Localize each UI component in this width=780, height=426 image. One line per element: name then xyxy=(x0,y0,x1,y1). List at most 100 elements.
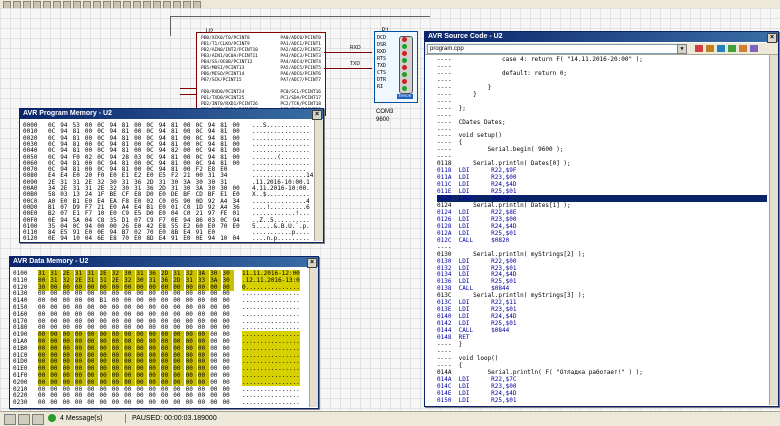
program-memory-byte[interactable]: 04 xyxy=(85,235,96,242)
status-state: PAUSED: 00:00:03.189000 xyxy=(125,414,217,423)
program-memory-byte[interactable]: 94 xyxy=(60,235,71,242)
program-memory-byte[interactable]: E0 xyxy=(183,235,194,242)
program-memory-byte[interactable]: E8 xyxy=(110,235,121,242)
data-memory-scrollbar[interactable] xyxy=(309,268,318,407)
data-memory-title: AVR Data Memory - U2 xyxy=(13,258,89,265)
program-memory-byte[interactable]: 94 xyxy=(208,235,219,242)
terminal-led-icon xyxy=(402,58,407,63)
wire-left-2 xyxy=(180,94,196,95)
terminal-pin: DCD xyxy=(377,35,387,41)
terminal-led-icon xyxy=(402,65,407,70)
microcontroller-chip[interactable]: PB0/XCK0/T0/PCINT8 PB1/T1/CLKO/PCINT9 PB2/… xyxy=(196,32,326,116)
source-code-view[interactable]: ---- case 4: return F( "14.11.2016-20:00… xyxy=(425,55,769,405)
program-memory-byte[interactable]: E4 xyxy=(159,235,170,242)
chip-pin-right: PA3/ADC3/PCINT3 xyxy=(280,54,321,59)
data-memory-byte[interactable]: 00 xyxy=(161,399,172,406)
source-code-titlebar[interactable]: AVR Source Code - U2 × xyxy=(425,32,778,43)
chip-pin-left: PB6/MISO/PCINT14 xyxy=(201,72,245,77)
program-memory-byte[interactable]: 0E xyxy=(48,235,59,242)
wire-rx xyxy=(324,52,372,53)
chip-pin-left: PD1/TXD0/PCINT25 xyxy=(201,96,245,101)
stop-icon[interactable] xyxy=(32,414,44,425)
data-memory-byte[interactable]: 00 xyxy=(149,399,160,406)
data-memory-byte[interactable]: 00 xyxy=(75,399,86,406)
program-memory-titlebar[interactable]: AVR Program Memory - U2 × xyxy=(20,109,323,120)
pause-icon[interactable] xyxy=(18,414,30,425)
source-code-scrollbar[interactable] xyxy=(769,55,778,405)
source-code-close-button[interactable]: × xyxy=(767,33,777,43)
data-memory-grid[interactable]: 0100 31 31 2E 31 31 2E 32 30 31 36 2D 31 32 3A 30 30 11.1… xyxy=(10,268,309,407)
source-code-title: AVR Source Code - U2 xyxy=(428,33,503,40)
terminal-led-icon xyxy=(402,72,407,77)
source-line[interactable]: 0150 LDI R25,$01 xyxy=(437,397,767,404)
chip-pin-right: PC1/SDA/PCINT17 xyxy=(280,96,321,101)
data-memory-byte[interactable]: 00 xyxy=(50,399,61,406)
frame-line-left xyxy=(170,16,171,36)
terminal-led-icon xyxy=(402,86,407,91)
data-memory-byte[interactable]: 00 xyxy=(136,399,147,406)
data-memory-close-button[interactable]: × xyxy=(307,258,317,268)
program-memory-byte[interactable]: 10 xyxy=(73,235,84,242)
chevron-down-icon[interactable]: ▼ xyxy=(677,44,687,54)
data-memory-byte[interactable]: 00 xyxy=(38,399,49,406)
program-memory-scrollbar[interactable] xyxy=(314,120,323,241)
data-memory-byte[interactable]: 00 xyxy=(210,399,221,406)
data-memory-byte[interactable]: 00 xyxy=(198,399,209,406)
play-icon[interactable] xyxy=(4,414,16,425)
terminal-led-icon xyxy=(402,37,407,42)
status-messages[interactable]: 4 Message(s) xyxy=(60,414,102,423)
data-memory-byte[interactable]: 00 xyxy=(186,399,197,406)
wire-left-1 xyxy=(180,88,196,89)
program-memory-byte[interactable]: 0E xyxy=(196,235,207,242)
data-memory-byte[interactable]: 00 xyxy=(173,399,184,406)
terminal-pin: DTR xyxy=(377,77,387,83)
chip-pin-left: PB5/MOSI/PCINT13 xyxy=(201,66,245,71)
message-status-icon xyxy=(48,414,56,422)
chip-pin-left: PD2/INT0/RXD1/PCINT26 xyxy=(201,102,258,107)
chip-pin-right: PC0/SCL/PCINT16 xyxy=(280,90,321,95)
program-memory-byte[interactable]: 70 xyxy=(122,235,133,242)
data-memory-byte[interactable]: 00 xyxy=(124,399,135,406)
program-memory-grid[interactable]: 0000 0C 94 53 00 0C 94 81 00 0C 94 81 00 0C 94 81 00 ...S… xyxy=(20,120,314,242)
data-memory-byte[interactable]: 00 xyxy=(223,399,234,406)
find-icon[interactable] xyxy=(750,45,758,52)
step-out-icon[interactable] xyxy=(717,45,725,52)
data-memory-window[interactable]: AVR Data Memory - U2 × 0100 31 31 2E 31 31 2E 3… xyxy=(9,256,319,409)
frame-line-top xyxy=(170,16,430,17)
program-memory-byte[interactable]: 8D xyxy=(146,235,157,242)
compim-terminal[interactable]: ERROR DCD DSR RXD RTS TXD CTS DTR RI xyxy=(374,31,418,103)
program-memory-row: 0120 0E 94 10 04 6E E8 70 E0 8D E4 91 E0 0E 94 10 04....… xyxy=(20,235,314,242)
program-memory-title: AVR Program Memory - U2 xyxy=(23,110,112,117)
data-memory-byte[interactable]: 00 xyxy=(63,399,74,406)
status-bar: 4 Message(s) PAUSED: 00:00:03.189000 xyxy=(0,411,780,426)
program-memory-address: 0120 xyxy=(23,235,38,243)
data-memory-byte[interactable]: 00 xyxy=(100,399,111,406)
chip-pin-right: PA4/ADC4/PCINT4 xyxy=(280,60,321,65)
chip-pin-left: PB1/T1/CLKO/PCINT9 xyxy=(201,42,250,47)
toggle-breakpoint-icon[interactable] xyxy=(739,45,747,52)
run-to-cursor-icon[interactable] xyxy=(728,45,736,52)
program-memory-byte[interactable]: 10 xyxy=(220,235,231,242)
chip-pin-left: PD0/RXD0/PCINT24 xyxy=(201,90,245,95)
terminal-pin: RXD xyxy=(377,49,387,55)
terminal-port: COM3 xyxy=(376,109,394,115)
program-memory-byte[interactable]: 6E xyxy=(97,235,108,242)
program-memory-byte[interactable]: 04 xyxy=(233,235,244,242)
data-memory-titlebar[interactable]: AVR Data Memory - U2 × xyxy=(10,257,318,268)
source-file-select[interactable]: program.cpp xyxy=(427,44,681,54)
data-memory-byte[interactable]: 00 xyxy=(87,399,98,406)
step-into-icon[interactable] xyxy=(695,45,703,52)
step-over-icon[interactable] xyxy=(706,45,714,52)
program-memory-close-button[interactable]: × xyxy=(312,110,322,120)
net-label-tx: TXD xyxy=(350,61,360,67)
net-label-rx: RXD xyxy=(350,45,361,51)
data-memory-byte[interactable]: 00 xyxy=(112,399,123,406)
source-toolbar: program.cpp ▼ xyxy=(425,43,778,55)
program-memory-byte[interactable]: 91 xyxy=(171,235,182,242)
program-memory-byte[interactable]: E0 xyxy=(134,235,145,242)
program-memory-window[interactable]: AVR Program Memory - U2 × 0000 0C 94 53 00 0C… xyxy=(19,108,324,243)
chip-pin-right: PA7/ADC7/PCINT7 xyxy=(280,78,321,83)
chip-pin-left: PB2/AIN0/INT2/PCINT10 xyxy=(201,48,258,53)
terminal-led-icon xyxy=(402,44,407,49)
source-code-window[interactable]: AVR Source Code - U2 × program.cpp ▼ ---… xyxy=(424,31,779,407)
